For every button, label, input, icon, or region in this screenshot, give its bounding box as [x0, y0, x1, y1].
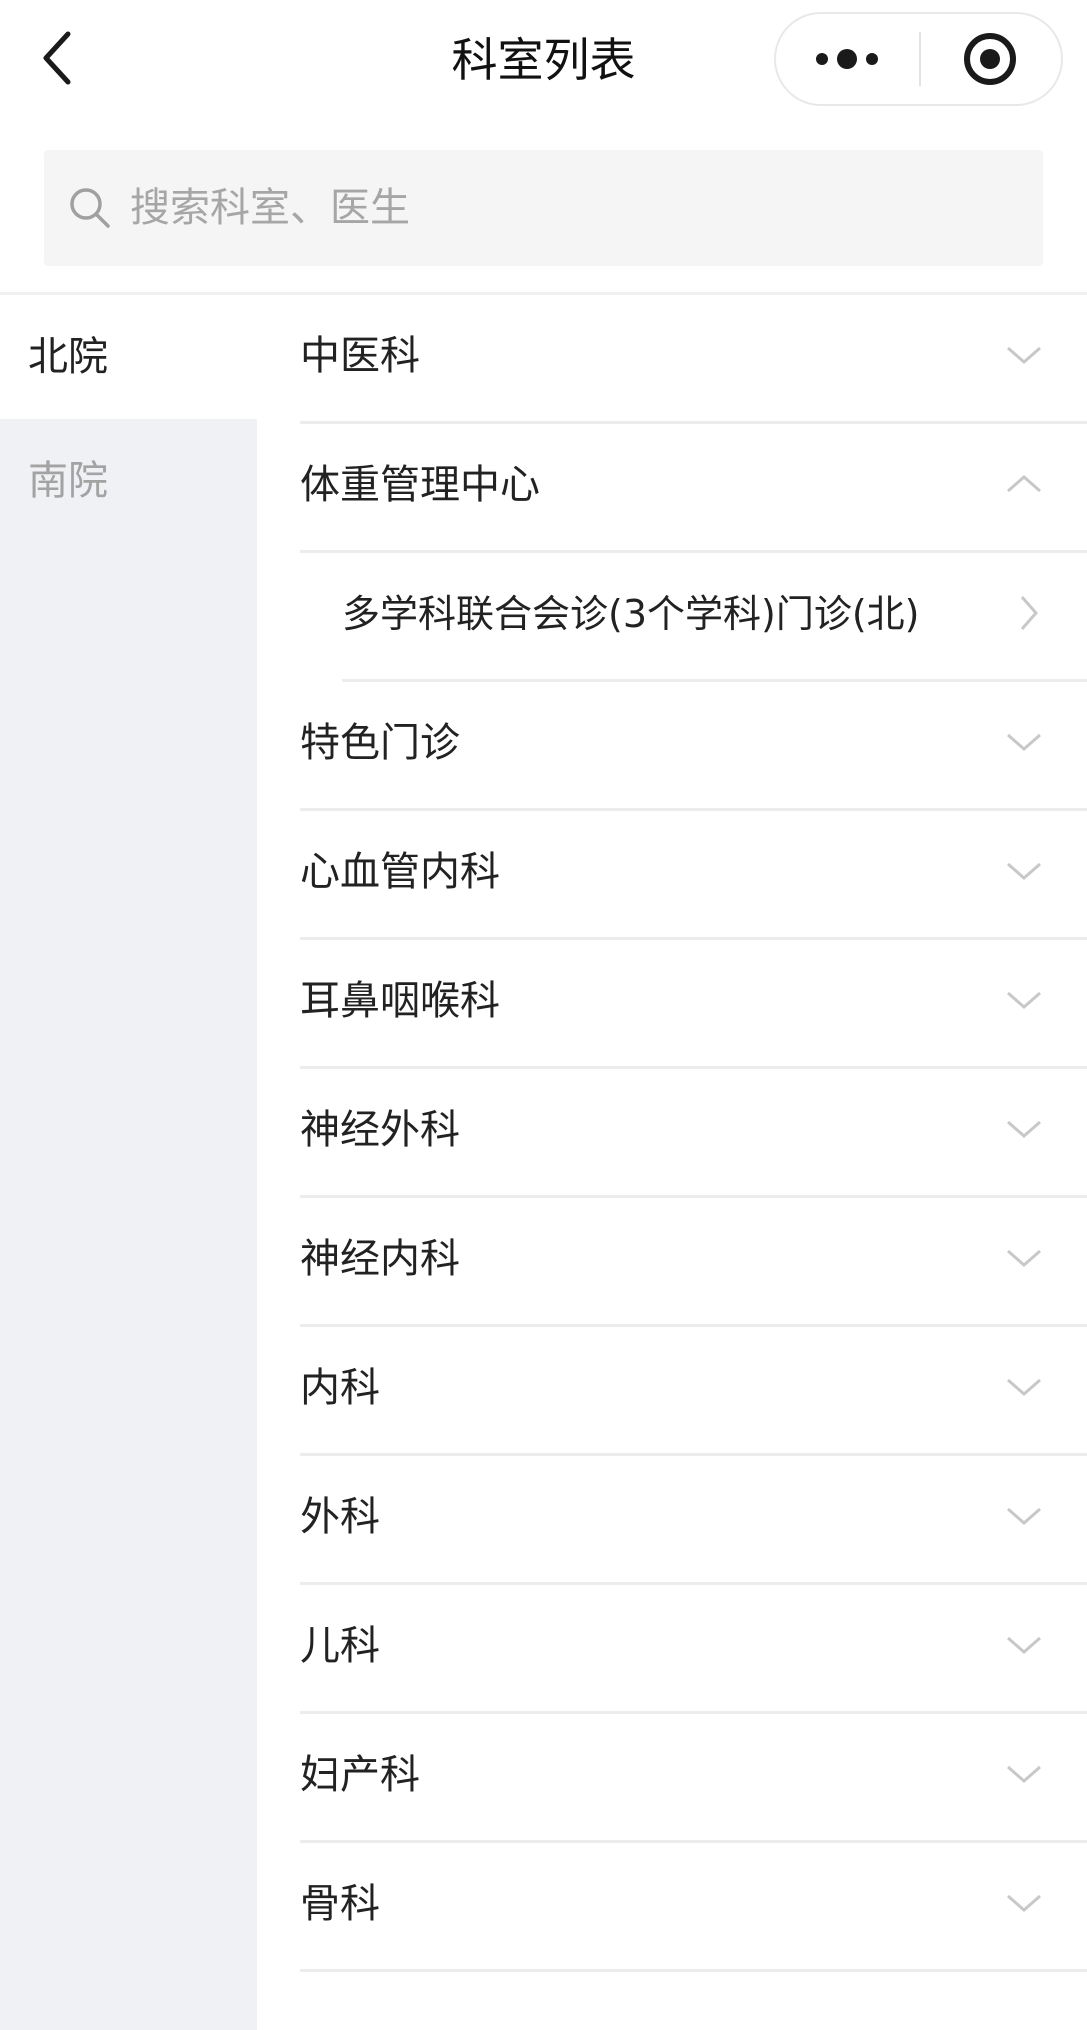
chevron-down-icon	[1007, 1378, 1041, 1396]
department-row[interactable]: 骨科	[257, 1843, 1087, 1972]
sidebar-item-label: 北院	[28, 334, 108, 380]
department-row[interactable]: 耳鼻咽喉科	[257, 940, 1087, 1069]
more-button[interactable]	[776, 14, 920, 104]
department-label: 妇产科	[300, 1752, 420, 1798]
chevron-down-icon	[1007, 1894, 1041, 1912]
department-label: 骨科	[300, 1881, 380, 1927]
clinic-label: 多学科联合会诊(3个学科)门诊(北)	[342, 592, 920, 636]
chevron-right-icon	[1020, 596, 1038, 630]
department-row[interactable]: 特色门诊	[257, 682, 1087, 811]
sidebar-item-south-campus[interactable]: 南院	[0, 419, 257, 543]
target-circle-icon	[964, 33, 1016, 85]
chevron-up-icon	[1007, 475, 1041, 493]
chevron-left-icon	[43, 31, 71, 85]
campus-sidebar: 北院 南院	[0, 295, 257, 2030]
search-bar[interactable]	[44, 150, 1043, 266]
department-label: 神经内科	[300, 1236, 460, 1282]
department-row[interactable]: 外科	[257, 1456, 1087, 1585]
capsule-menu	[774, 12, 1063, 106]
department-row[interactable]: 神经内科	[257, 1198, 1087, 1327]
sidebar-item-north-campus[interactable]: 北院	[0, 295, 257, 419]
department-label: 神经外科	[300, 1107, 460, 1153]
department-row[interactable]: 神经外科	[257, 1069, 1087, 1198]
department-row[interactable]: 妇产科	[257, 1714, 1087, 1843]
department-label: 儿科	[300, 1623, 380, 1669]
department-label: 特色门诊	[300, 720, 460, 766]
department-row[interactable]: 心血管内科	[257, 811, 1087, 940]
chevron-down-icon	[1007, 991, 1041, 1009]
sidebar-item-label: 南院	[28, 458, 108, 504]
department-row[interactable]: 中医科	[257, 295, 1087, 424]
chevron-down-icon	[1007, 1249, 1041, 1267]
row-divider	[300, 1969, 1087, 1972]
chevron-down-icon	[1007, 1120, 1041, 1138]
department-label: 心血管内科	[300, 849, 500, 895]
department-label: 外科	[300, 1494, 380, 1540]
department-row[interactable]: 儿科	[257, 1585, 1087, 1714]
nav-bar: 科室列表	[0, 0, 1087, 120]
department-label: 体重管理中心	[300, 462, 540, 508]
department-label: 耳鼻咽喉科	[300, 978, 500, 1024]
chevron-down-icon	[1007, 346, 1041, 364]
chevron-down-icon	[1007, 733, 1041, 751]
department-row[interactable]: 体重管理中心	[257, 424, 1087, 553]
department-list-page: 科室列表 北	[0, 0, 1087, 2030]
back-button[interactable]	[28, 18, 92, 98]
more-dots-icon	[816, 49, 878, 69]
search-input[interactable]	[130, 170, 1010, 246]
chevron-down-icon	[1007, 1765, 1041, 1783]
department-label: 中医科	[300, 333, 420, 379]
chevron-down-icon	[1007, 1636, 1041, 1654]
search-icon	[70, 188, 110, 228]
chevron-down-icon	[1007, 1507, 1041, 1525]
clinic-sub-row[interactable]: 多学科联合会诊(3个学科)门诊(北)	[257, 553, 1087, 682]
department-row[interactable]: 内科	[257, 1327, 1087, 1456]
close-miniprogram-button[interactable]	[921, 14, 1061, 104]
department-list: 中医科 体重管理中心 多学科联合会诊(3个学科)门诊(北) 特色门诊 心血管内科…	[257, 295, 1087, 2030]
department-label: 内科	[300, 1365, 380, 1411]
chevron-down-icon	[1007, 862, 1041, 880]
